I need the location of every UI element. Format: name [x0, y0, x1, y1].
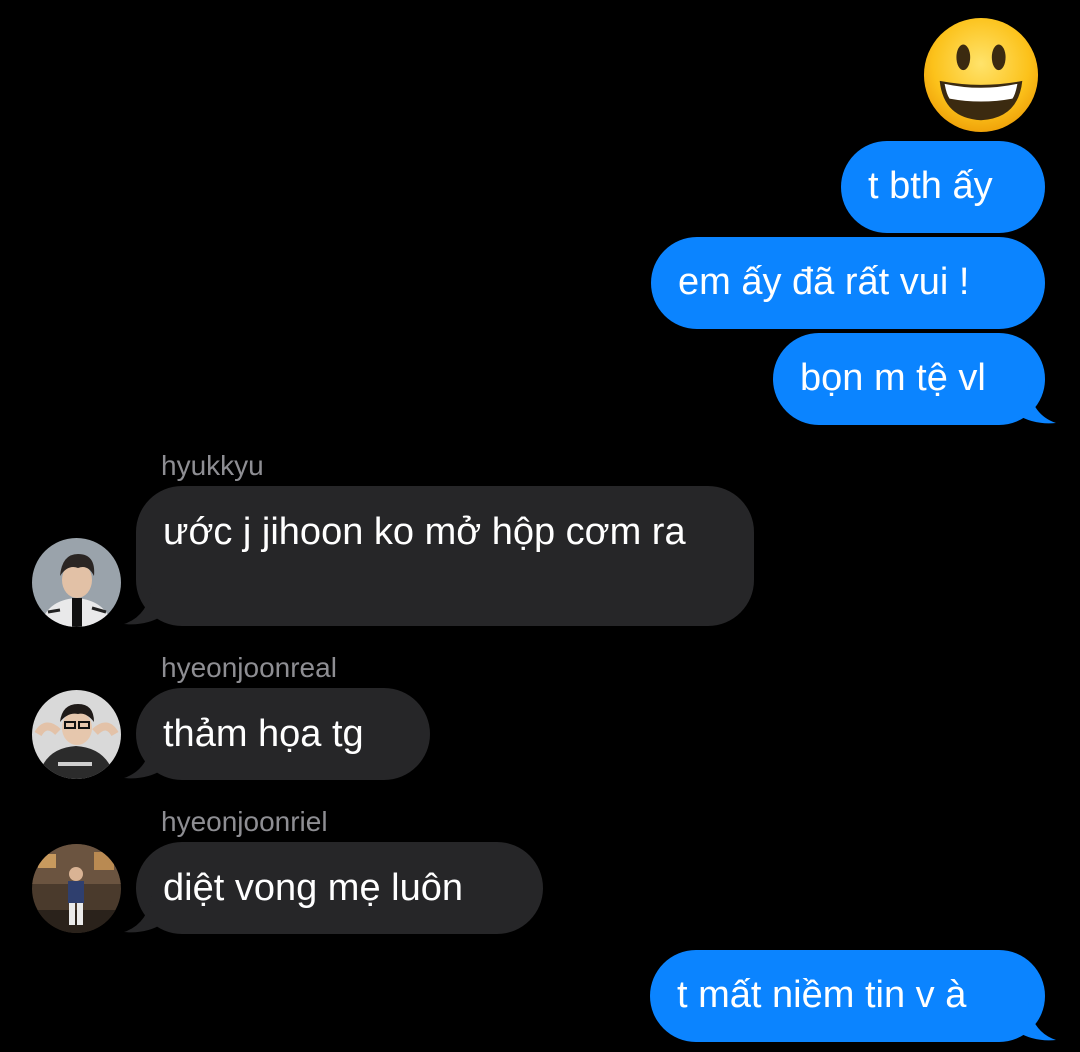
- hyukkyu-avatar[interactable]: [32, 538, 121, 627]
- outgoing-message[interactable]: bọn m tệ vl: [773, 333, 1045, 425]
- outgoing-bubble-tail: [1018, 385, 1056, 424]
- incoming-bubble-tail: [124, 740, 162, 779]
- outgoing-bubble-tail: [1018, 1002, 1056, 1041]
- hyeonjoonriel-avatar[interactable]: [32, 844, 121, 933]
- sender-name: hyeonjoonriel: [161, 806, 328, 837]
- message-text: bọn m tệ vl: [800, 357, 986, 399]
- incoming-message[interactable]: diệt vong mẹ luôn: [136, 842, 543, 934]
- sender-name: hyeonjoonreal: [161, 652, 337, 683]
- message-text: t mất niềm tin v à: [677, 974, 967, 1016]
- incoming-message[interactable]: ước j jihoon ko mở hộp cơm ra: [136, 486, 754, 626]
- message-text: ước j jihoon ko mở hộp cơm ra: [163, 511, 686, 553]
- sender-name: hyukkyu: [161, 450, 264, 481]
- outgoing-message[interactable]: t bth ấy: [841, 141, 1045, 233]
- outgoing-message[interactable]: t mất niềm tin v à: [650, 950, 1045, 1042]
- hyeonjoonreal-avatar[interactable]: [32, 690, 121, 779]
- incoming-message[interactable]: thảm họa tg: [136, 688, 430, 780]
- message-text: diệt vong mẹ luôn: [163, 867, 463, 909]
- message-text: thảm họa tg: [163, 713, 364, 755]
- grinning-face-emoji-icon: [923, 17, 1039, 133]
- outgoing-message[interactable]: em ấy đã rất vui !: [651, 237, 1045, 329]
- incoming-bubble-tail: [124, 586, 162, 625]
- message-text: em ấy đã rất vui !: [678, 261, 970, 303]
- message-text: t bth ấy: [868, 165, 993, 207]
- incoming-bubble-tail: [124, 894, 162, 933]
